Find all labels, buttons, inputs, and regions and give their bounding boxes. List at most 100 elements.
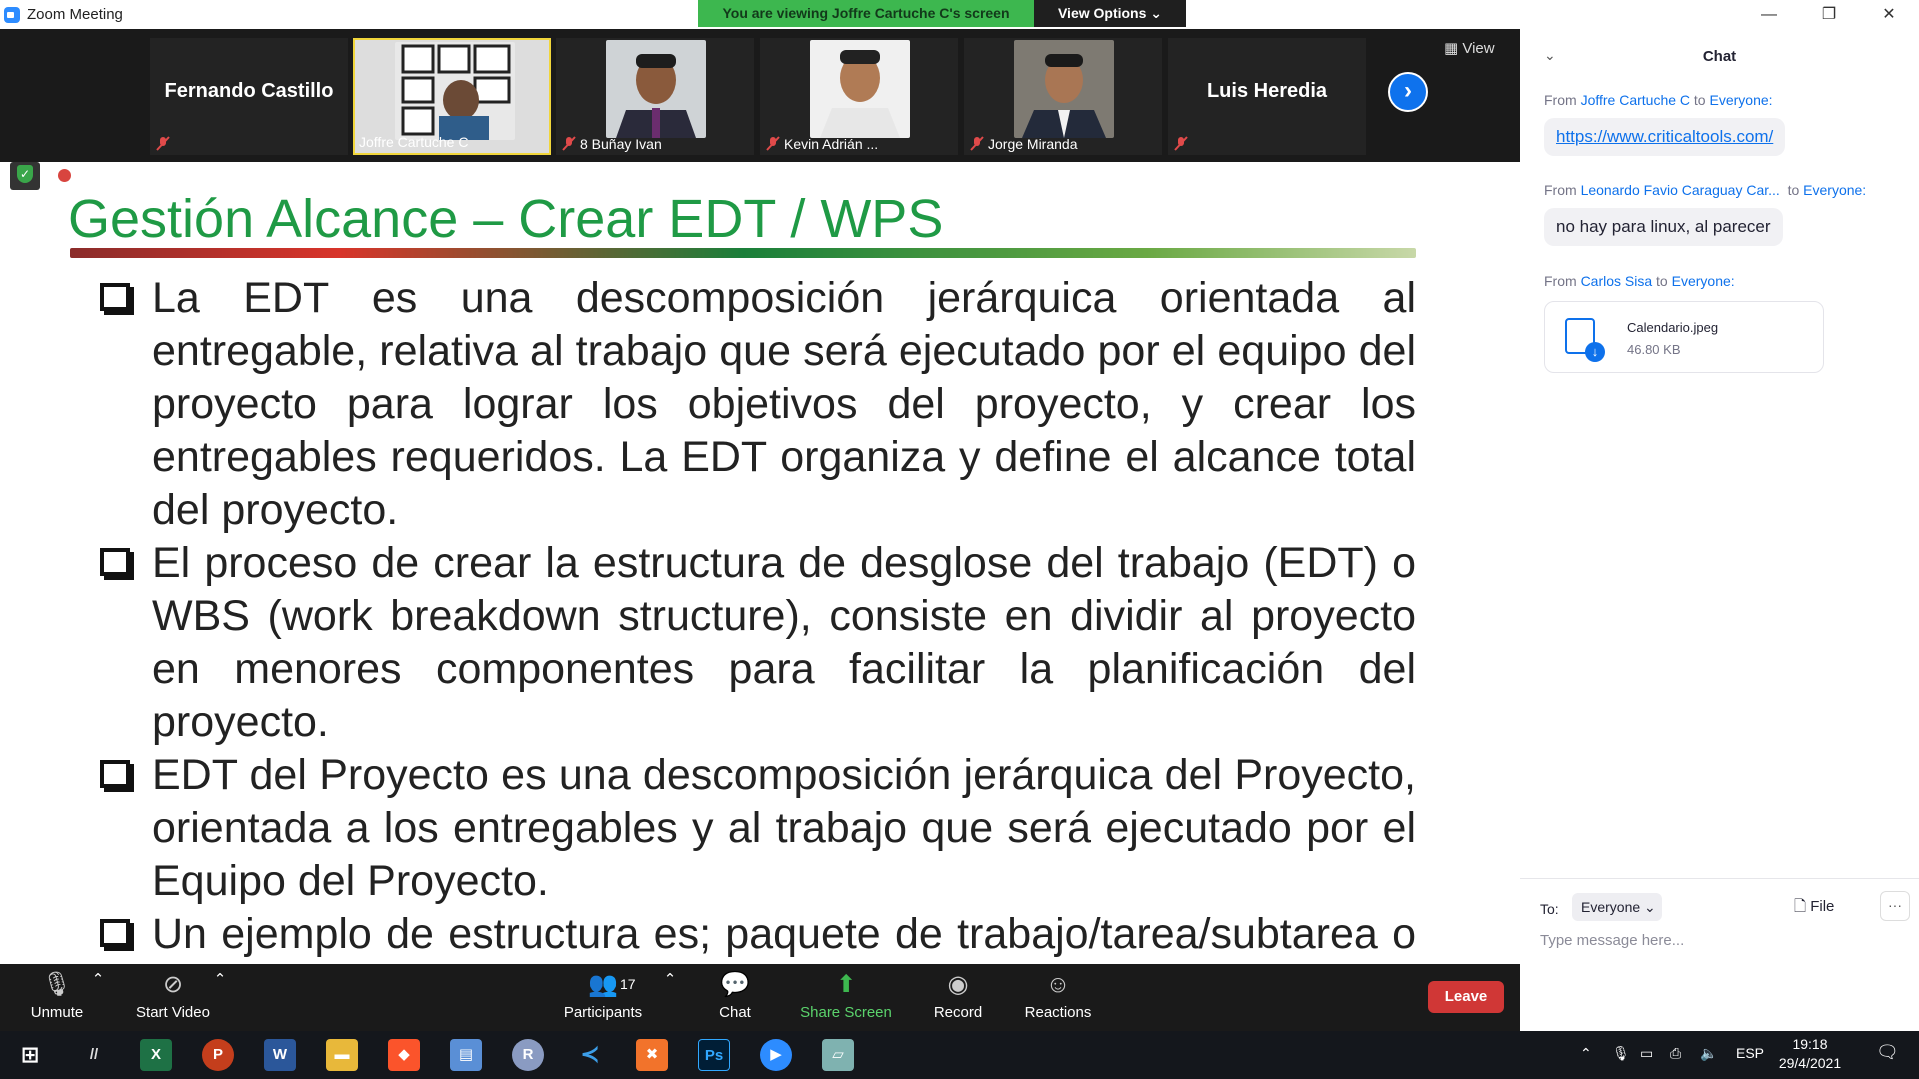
message-input[interactable] xyxy=(1540,932,1900,949)
photoshop-icon[interactable]: Ps xyxy=(698,1039,730,1071)
view-layout-button[interactable]: ▦ View xyxy=(1444,39,1495,57)
security-shield-icon[interactable] xyxy=(10,162,40,190)
mic-muted-icon xyxy=(766,136,780,151)
file-explorer-icon[interactable]: ▬ xyxy=(326,1039,358,1071)
chat-title: Chat xyxy=(1702,48,1737,65)
network-icon[interactable]: ⎙ xyxy=(1670,1045,1681,1062)
record-button[interactable]: ◉ Record xyxy=(903,970,1013,1021)
recipient-name[interactable]: Everyone: xyxy=(1710,92,1773,108)
battery-icon[interactable]: ▭ xyxy=(1640,1045,1653,1062)
participant-name: 8 Buñay Ivan xyxy=(580,136,662,152)
more-options-button[interactable]: ··· xyxy=(1880,891,1910,921)
start-video-label: Start Video xyxy=(136,1004,210,1021)
network-app-icon[interactable]: ▤ xyxy=(450,1039,482,1071)
file-label: File xyxy=(1810,898,1835,915)
notepad-app-icon[interactable]: ▱ xyxy=(822,1039,854,1071)
download-icon[interactable]: ↓ xyxy=(1585,342,1605,362)
participant-tile[interactable]: Kevin Adrián ... xyxy=(760,38,958,155)
chat-message: https://www.criticaltools.com/ xyxy=(1544,118,1786,156)
language-indicator[interactable]: ESP xyxy=(1736,1045,1764,1061)
chat-link[interactable]: https://www.criticaltools.com/ xyxy=(1556,127,1773,146)
powerpoint-icon[interactable]: P xyxy=(202,1039,234,1071)
emoji-plus-icon: ☺ xyxy=(1045,971,1071,998)
participant-name: Fernando Castillo xyxy=(164,80,334,102)
word-icon[interactable]: W xyxy=(264,1039,296,1071)
recipient-name[interactable]: Everyone: xyxy=(1803,182,1866,198)
windows-start-icon[interactable]: ⊞ xyxy=(14,1039,46,1071)
message-header: From Joffre Cartuche C to Everyone: xyxy=(1544,92,1773,108)
chat-label: Chat xyxy=(719,1004,751,1021)
participant-video xyxy=(395,42,515,140)
chat-divider xyxy=(1520,878,1919,879)
participant-video xyxy=(810,40,910,138)
video-thumbnail-strip: Fernando Castillo Joffre Cartuche C 8 Bu… xyxy=(0,29,1520,162)
window-title: Zoom Meeting xyxy=(27,6,123,23)
recipient-value: Everyone xyxy=(1581,899,1641,915)
vscode-icon[interactable]: ≺ xyxy=(574,1039,606,1071)
view-options-button[interactable]: View Options ⌄ xyxy=(1034,0,1186,27)
volume-icon[interactable]: 🔈 xyxy=(1700,1045,1717,1062)
participant-tile-active[interactable]: Joffre Cartuche C xyxy=(353,38,551,155)
checkbox-bullet-icon xyxy=(100,283,130,311)
leave-button[interactable]: Leave xyxy=(1428,981,1504,1013)
list-item: El proceso de crear la estructura de des… xyxy=(96,537,1416,749)
microphone-icon[interactable]: 🎙 xyxy=(1612,1045,1630,1062)
message-header: From Carlos Sisa to Everyone: xyxy=(1544,273,1735,289)
zoom-taskbar-icon[interactable]: ▶ xyxy=(760,1039,792,1071)
brave-browser-icon[interactable]: ◆ xyxy=(388,1039,420,1071)
sender-name[interactable]: Leonardo Favio Caraguay Car... xyxy=(1581,182,1780,198)
slide-bullet-list: La EDT es una descomposición jerárquica … xyxy=(96,272,1416,964)
chat-header: ⌄ Chat xyxy=(1520,29,1919,84)
mic-muted-icon xyxy=(1174,136,1188,151)
r-app-icon[interactable]: R xyxy=(512,1039,544,1071)
file-attachment[interactable]: ↓ Calendario.jpeg 46.80 KB xyxy=(1544,301,1824,373)
restore-icon[interactable]: ❐ xyxy=(1804,2,1854,28)
sender-name[interactable]: Joffre Cartuche C xyxy=(1581,92,1690,108)
reactions-button[interactable]: ☺ Reactions xyxy=(1003,970,1113,1021)
unmute-label: Unmute xyxy=(30,1004,84,1021)
file-button[interactable]: 🗋 File xyxy=(1794,896,1834,921)
participant-name: Luis Heredia xyxy=(1206,80,1328,102)
chat-button[interactable]: 💬 Chat xyxy=(680,970,790,1021)
participant-tile[interactable]: 8 Buñay Ivan xyxy=(556,38,754,155)
chat-message: no hay para linux, al parecer xyxy=(1544,208,1783,246)
recipient-select[interactable]: Everyone ⌄ xyxy=(1572,893,1662,921)
window-titlebar: Zoom Meeting You are viewing Joffre Cart… xyxy=(0,0,1919,29)
bullet-text: La EDT es una descomposición jerárquica … xyxy=(152,274,1416,534)
recipient-name[interactable]: Everyone: xyxy=(1672,273,1735,289)
participant-name: Joffre Cartuche C xyxy=(359,134,469,150)
mic-muted-icon xyxy=(970,136,984,151)
participant-video xyxy=(1014,40,1114,138)
to-word: to xyxy=(1787,182,1800,198)
chevron-down-icon: ⌄ xyxy=(1644,899,1656,915)
xampp-icon[interactable]: ✖ xyxy=(636,1039,668,1071)
chevron-up-icon[interactable]: ⌃ xyxy=(160,970,280,988)
clock-time: 19:18 xyxy=(1792,1036,1828,1052)
to-word: to xyxy=(1693,92,1706,108)
clock[interactable]: 19:18 29/4/2021 xyxy=(1775,1035,1845,1073)
close-icon[interactable]: ✕ xyxy=(1864,2,1914,28)
participant-name: Jorge Miranda xyxy=(988,136,1078,152)
share-screen-button[interactable]: ⬆ Share Screen xyxy=(791,970,901,1021)
stylus-app-icon[interactable]: // xyxy=(78,1039,110,1071)
reactions-label: Reactions xyxy=(1024,1004,1092,1021)
participant-tile[interactable]: Jorge Miranda xyxy=(964,38,1162,155)
from-label: From xyxy=(1544,182,1577,198)
file-name: Calendario.jpeg xyxy=(1627,320,1719,335)
participant-name: Kevin Adrián ... xyxy=(784,136,879,152)
chevron-down-icon: ⌄ xyxy=(1150,5,1163,21)
next-page-arrow-icon[interactable]: › xyxy=(1388,72,1428,112)
zoom-app-icon xyxy=(4,7,20,23)
excel-icon[interactable]: X xyxy=(140,1039,172,1071)
minimize-icon[interactable]: — xyxy=(1744,2,1794,28)
recording-dot-icon xyxy=(58,169,71,182)
chevron-up-icon[interactable]: ⌃ xyxy=(1580,1045,1592,1062)
sender-name[interactable]: Carlos Sisa xyxy=(1581,273,1653,289)
notifications-icon[interactable]: 🗨 xyxy=(1876,1042,1899,1063)
checkbox-bullet-icon xyxy=(100,548,130,576)
participant-video xyxy=(606,40,706,138)
checkbox-bullet-icon xyxy=(100,760,130,788)
participant-tile[interactable]: Luis Heredia xyxy=(1168,38,1366,155)
participant-tile[interactable]: Fernando Castillo xyxy=(150,38,348,155)
to-label: To: xyxy=(1540,901,1559,917)
